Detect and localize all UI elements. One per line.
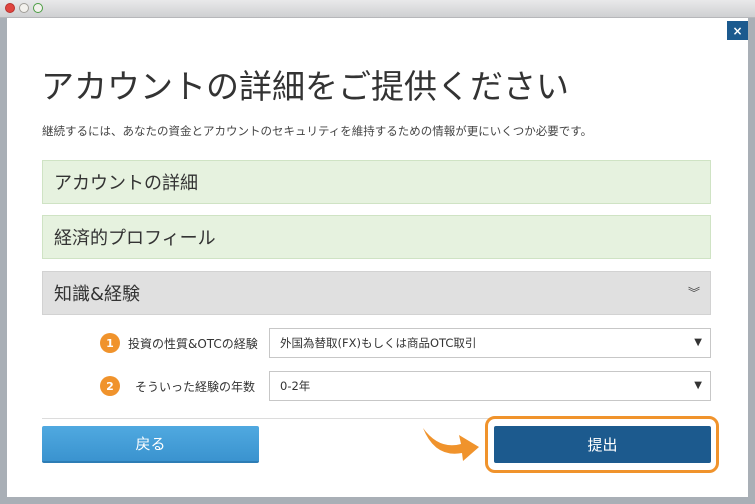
step-badge: 1 bbox=[100, 333, 120, 353]
section-label: アカウントの詳細 bbox=[54, 173, 198, 194]
minimize-window-dot[interactable] bbox=[19, 3, 29, 13]
back-button-label: 戻る bbox=[135, 435, 166, 453]
select-value: 0-2年 bbox=[280, 379, 311, 393]
double-chevron-down-icon[interactable]: ︾ bbox=[688, 284, 700, 301]
knowledge-experience-form: 1 投資の性質&OTCの経験 外国為替取(FX)もしくは商品OTC取引 ▼ 2 … bbox=[42, 317, 711, 419]
form-row-experience-years: 2 そういった経験の年数 0-2年 ▼ bbox=[42, 371, 711, 401]
submit-button-label: 提出 bbox=[587, 436, 618, 454]
page-subtitle: 継続するには、あなたの資金とアカウントのセキュリティを維持するための情報が更にい… bbox=[42, 124, 593, 138]
select-value: 外国為替取(FX)もしくは商品OTC取引 bbox=[280, 336, 477, 350]
close-button[interactable]: × bbox=[727, 21, 748, 40]
arrow-pointer-icon bbox=[423, 428, 479, 461]
section-financial-profile[interactable]: 経済的プロフィール bbox=[42, 215, 711, 259]
step-badge: 2 bbox=[100, 376, 120, 396]
experience-years-label: そういった経験の年数 bbox=[135, 380, 256, 394]
close-window-dot[interactable] bbox=[5, 3, 15, 13]
submit-button[interactable]: 提出 bbox=[494, 426, 711, 463]
window-titlebar bbox=[0, 0, 755, 18]
form-row-investment-nature: 1 投資の性質&OTCの経験 外国為替取(FX)もしくは商品OTC取引 ▼ bbox=[42, 328, 711, 358]
section-account-details[interactable]: アカウントの詳細 bbox=[42, 160, 711, 204]
back-button[interactable]: 戻る bbox=[42, 426, 259, 463]
dialog-window: × アカウントの詳細をご提供ください 継続するには、あなたの資金とアカウントのセ… bbox=[7, 18, 748, 497]
chevron-down-icon: ▼ bbox=[694, 380, 702, 391]
close-icon: × bbox=[732, 23, 743, 38]
section-label: 経済的プロフィール bbox=[54, 228, 216, 249]
page-title: アカウントの詳細をご提供ください bbox=[41, 67, 569, 106]
section-knowledge-experience[interactable]: 知識&経験 ︾ bbox=[42, 271, 711, 315]
experience-years-select[interactable]: 0-2年 ▼ bbox=[269, 371, 711, 401]
investment-nature-select[interactable]: 外国為替取(FX)もしくは商品OTC取引 ▼ bbox=[269, 328, 711, 358]
maximize-window-dot[interactable] bbox=[33, 3, 43, 13]
chevron-down-icon: ▼ bbox=[694, 337, 702, 348]
section-label: 知識&経験 bbox=[54, 284, 141, 305]
investment-nature-label: 投資の性質&OTCの経験 bbox=[128, 337, 258, 351]
